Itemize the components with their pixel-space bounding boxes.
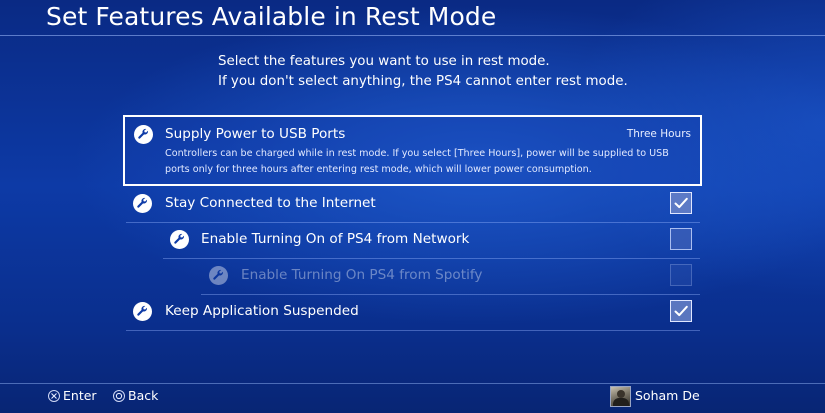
intro-text: Select the features you want to use in r… bbox=[218, 52, 628, 92]
back-label: Back bbox=[128, 388, 159, 403]
avatar bbox=[610, 386, 631, 407]
wrench-icon bbox=[170, 230, 189, 249]
usb-power-option[interactable]: Supply Power to USB Ports Three Hours Co… bbox=[123, 115, 702, 186]
circle-button-icon bbox=[113, 390, 125, 402]
page-title: Set Features Available in Rest Mode bbox=[46, 2, 497, 31]
wrench-icon bbox=[134, 125, 153, 144]
keep-suspended-checkbox[interactable] bbox=[670, 300, 692, 322]
wrench-icon bbox=[133, 302, 152, 321]
network-turn-on-option[interactable]: Enable Turning On of PS4 from Network bbox=[163, 222, 700, 259]
usb-power-description: Controllers can be charged while in rest… bbox=[165, 148, 669, 175]
spotify-turn-on-label: Enable Turning On PS4 from Spotify bbox=[241, 267, 483, 283]
enter-label: Enter bbox=[63, 388, 97, 403]
intro-line-2: If you don't select anything, the PS4 ca… bbox=[218, 74, 628, 89]
checkmark-icon bbox=[674, 305, 688, 317]
footer-divider bbox=[0, 383, 825, 384]
back-hint[interactable]: Back bbox=[113, 388, 158, 403]
cross-button-icon bbox=[48, 390, 60, 402]
wrench-icon bbox=[133, 194, 152, 213]
usb-power-label: Supply Power to USB Ports bbox=[165, 126, 346, 142]
spotify-turn-on-option: Enable Turning On PS4 from Spotify bbox=[201, 258, 700, 295]
checkmark-icon bbox=[674, 197, 688, 209]
stay-connected-checkbox[interactable] bbox=[670, 192, 692, 214]
spotify-turn-on-checkbox bbox=[670, 264, 692, 286]
network-turn-on-checkbox[interactable] bbox=[670, 228, 692, 250]
network-turn-on-label: Enable Turning On of PS4 from Network bbox=[201, 231, 470, 247]
user-name: Soham De bbox=[635, 388, 700, 403]
intro-line-1: Select the features you want to use in r… bbox=[218, 54, 550, 69]
enter-hint[interactable]: Enter bbox=[48, 388, 97, 403]
keep-suspended-label: Keep Application Suspended bbox=[165, 303, 359, 319]
usb-power-value: Three Hours bbox=[626, 128, 691, 140]
stay-connected-label: Stay Connected to the Internet bbox=[165, 195, 376, 211]
keep-suspended-option[interactable]: Keep Application Suspended bbox=[126, 294, 700, 331]
title-divider bbox=[0, 35, 825, 36]
wrench-icon bbox=[209, 266, 228, 285]
stay-connected-option[interactable]: Stay Connected to the Internet bbox=[126, 186, 700, 223]
